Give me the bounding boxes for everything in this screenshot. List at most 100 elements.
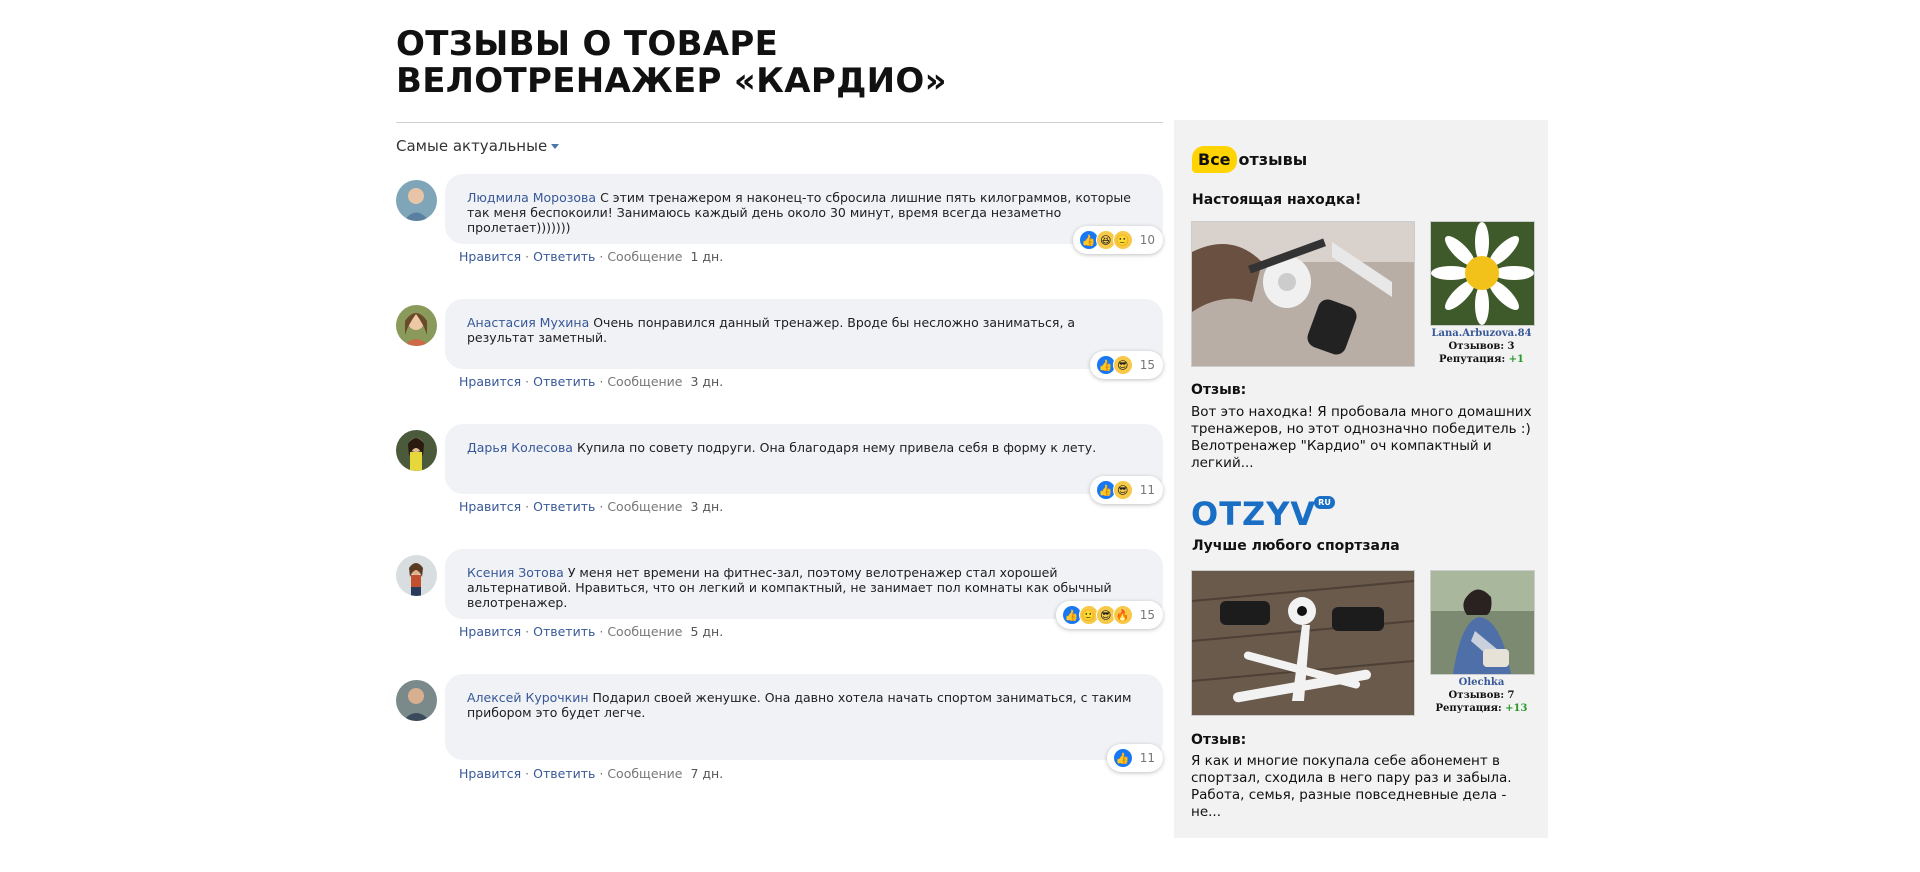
reaction-count: 15 [1139,608,1155,622]
reply-link[interactable]: Ответить [533,249,595,264]
reviews-count: 7 [1507,690,1515,701]
sidebar: Все отзывы Настоящая находка! Lana.Arbuz… [1174,120,1548,838]
review2-title[interactable]: Лучше любого спортзала [1192,538,1532,554]
comment-author-link[interactable]: Ксения Зотова [467,565,564,580]
reputation-value: +13 [1505,703,1528,714]
reputation-value: +1 [1508,354,1524,365]
comment-actions: Нравится · Ответить · Сообщение 7 дн. [459,766,723,781]
like-link[interactable]: Нравится [459,374,521,389]
review1-label: Отзыв: [1191,382,1247,398]
comment-bubble: Дарья Колесова Купила по совету подруги.… [445,424,1163,494]
avatar[interactable] [396,555,437,596]
reaction-count: 11 [1139,483,1155,497]
reviews-label: Отзывов: [1448,341,1505,352]
reply-link[interactable]: Ответить [533,766,595,781]
review1-username[interactable]: Lana.Arbuzova.84 [1430,328,1533,339]
separator: · [599,249,604,264]
separator: · [525,374,530,389]
otzyv-logo[interactable]: OTZYV RU [1191,495,1335,533]
avatar[interactable] [396,305,437,346]
page-title-line-2: ВЕЛОТРЕНАЖЕР «КАРДИО» [396,61,947,101]
reactions-badge[interactable]: 👍 😎 11 [1089,476,1163,504]
like-link[interactable]: Нравится [459,499,521,514]
comment-text: Купила по совету подруги. Она благодаря … [576,440,1097,455]
like-icon: 👍 [1112,748,1133,768]
otzyv-logo-ru: RU [1314,496,1335,509]
comment-actions: Нравится · Ответить · Сообщение 1 дн. [459,249,723,264]
message-link[interactable]: Сообщение [607,624,682,639]
reviews-count: 3 [1507,341,1515,352]
reactions-badge[interactable]: 👍 🙂 😎 🔥 15 [1055,601,1163,629]
comment-author-link[interactable]: Анастасия Мухина [467,315,589,330]
comment-author-link[interactable]: Людмила Морозова [467,190,596,205]
sort-dropdown[interactable]: Самые актуальные [396,137,560,155]
vse-otzyvy-logo[interactable]: Все отзывы [1192,146,1532,173]
reply-link[interactable]: Ответить [533,624,595,639]
separator: · [599,766,604,781]
comment-bubble: Алексей Курочкин Подарил своей женушке. … [445,674,1163,760]
separator: · [599,499,604,514]
avatar[interactable] [396,680,437,721]
comment-actions: Нравится · Ответить · Сообщение 3 дн. [459,374,723,389]
message-link[interactable]: Сообщение [607,374,682,389]
reaction-count: 11 [1139,751,1155,765]
like-link[interactable]: Нравится [459,249,521,264]
message-link[interactable]: Сообщение [607,499,682,514]
smile-icon: 🙂 [1112,230,1133,250]
like-link[interactable]: Нравится [459,624,521,639]
comment-time: 1 дн. [690,249,724,264]
reaction-count: 15 [1139,358,1155,372]
comment-bubble: Анастасия Мухина Очень понравился данный… [445,299,1163,369]
avatar[interactable] [396,180,437,221]
reply-link[interactable]: Ответить [533,374,595,389]
reactions-badge[interactable]: 👍 😎 15 [1089,351,1163,379]
separator: · [525,624,530,639]
review2-product-photo[interactable] [1191,570,1415,716]
comment-bubble: Людмила Морозова С этим тренажером я нак… [445,174,1163,244]
review1-product-photo[interactable] [1191,221,1415,367]
review1-user-stats: Отзывов: 3 Репутация: +1 [1430,340,1533,366]
separator: · [525,499,530,514]
review1-title[interactable]: Настоящая находка! [1192,192,1532,208]
message-link[interactable]: Сообщение [607,249,682,264]
separator: · [599,624,604,639]
reactions-badge[interactable]: 👍 11 [1106,744,1163,772]
like-link[interactable]: Нравится [459,766,521,781]
review2-label: Отзыв: [1191,732,1247,748]
page-title: ОТЗЫВЫ О ТОВАРЕ ВЕЛОТРЕНАЖЕР «КАРДИО» [396,26,947,100]
cool-icon: 😎 [1112,355,1133,375]
comment-time: 5 дн. [690,624,724,639]
separator: · [599,374,604,389]
review1-text[interactable]: Вот это находка! Я пробовала много домаш… [1191,404,1536,472]
comment-time: 3 дн. [690,499,724,514]
comment-time: 3 дн. [690,374,724,389]
vse-logo-badge: Все [1192,146,1237,173]
review2-user-avatar[interactable] [1430,570,1535,675]
reaction-count: 10 [1139,233,1155,247]
otzyv-logo-text: OTZYV [1191,495,1317,533]
vse-logo-text: отзывы [1238,150,1308,169]
review2-username[interactable]: Olechka [1430,677,1533,688]
reactions-badge[interactable]: 👍 😆 🙂 10 [1072,226,1163,254]
comment-author-link[interactable]: Алексей Курочкин [467,690,589,705]
reviews-page: ОТЗЫВЫ О ТОВАРЕ ВЕЛОТРЕНАЖЕР «КАРДИО» Са… [396,0,1556,872]
separator: · [525,249,530,264]
comment-text: У меня нет времени на фитнес-зал, поэтом… [467,565,1112,610]
fire-icon: 🔥 [1112,605,1133,625]
review2-text[interactable]: Я как и многие покупала себе абонемент в… [1191,753,1536,821]
avatar[interactable] [396,430,437,471]
sort-label: Самые актуальные [396,137,548,155]
comment-author-link[interactable]: Дарья Колесова [467,440,573,455]
comment-actions: Нравится · Ответить · Сообщение 3 дн. [459,499,723,514]
reviews-label: Отзывов: [1448,690,1505,701]
message-link[interactable]: Сообщение [607,766,682,781]
separator: · [525,766,530,781]
reputation-label: Репутация: [1439,354,1506,365]
reply-link[interactable]: Ответить [533,499,595,514]
title-divider [396,122,1163,123]
comment-actions: Нравится · Ответить · Сообщение 5 дн. [459,624,723,639]
review1-user-avatar[interactable] [1430,221,1535,326]
page-title-line-1: ОТЗЫВЫ О ТОВАРЕ [396,24,779,64]
review2-user-stats: Отзывов: 7 Репутация: +13 [1430,689,1533,715]
chevron-down-icon [551,144,560,149]
